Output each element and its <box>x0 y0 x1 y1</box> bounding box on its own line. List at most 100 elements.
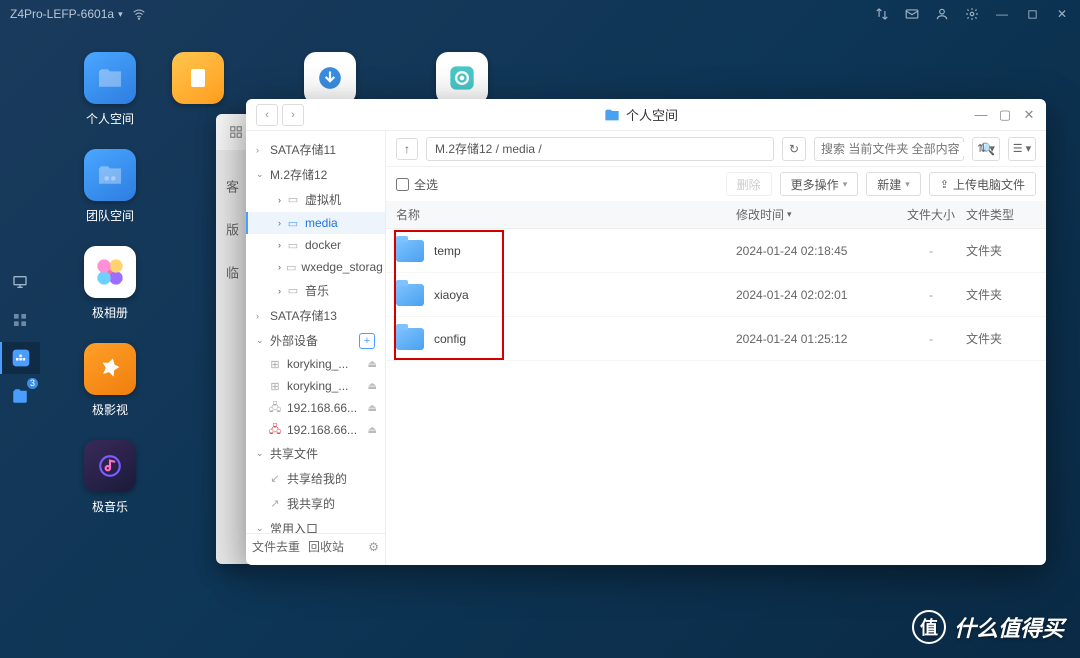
sidebar-item-media[interactable]: ›▭media <box>246 212 385 234</box>
path-input[interactable]: M.2存储12 / media / <box>426 137 774 161</box>
sidebar-item-external[interactable]: ⊞koryking_...⏏ <box>246 353 385 375</box>
up-button[interactable]: ↑ <box>396 138 418 160</box>
action-bar: 全选 删除 更多操作▾ 新建▾ ⇪上传电脑文件 <box>386 167 1046 201</box>
desktop-album[interactable]: 极相册 <box>68 246 152 321</box>
dock-docker-icon[interactable] <box>0 342 40 374</box>
device-icon: ⊞ <box>268 379 282 393</box>
app-row <box>172 52 488 104</box>
desktop-label: 极相册 <box>92 304 128 321</box>
file-time: 2024-01-24 01:25:12 <box>736 332 896 346</box>
folder-icon <box>396 328 424 350</box>
col-size[interactable]: 文件大小 <box>896 206 966 223</box>
select-all-input[interactable] <box>396 178 409 191</box>
file-time: 2024-01-24 02:02:01 <box>736 288 896 302</box>
sidebar-group-sata11[interactable]: ›SATA存储11 <box>246 137 385 162</box>
search-input[interactable] <box>821 142 976 156</box>
folder-icon: ▭ <box>286 284 300 298</box>
gear-icon[interactable] <box>964 6 980 22</box>
user-icon[interactable] <box>934 6 950 22</box>
minimize-icon[interactable]: — <box>994 6 1010 22</box>
window-minimize[interactable]: — <box>974 107 988 123</box>
desktop-icons: 个人空间 团队空间 极相册 极影视 极音乐 <box>68 52 152 515</box>
folder-icon <box>84 149 136 201</box>
view-toggle[interactable]: ☰ ▾ <box>1008 137 1036 161</box>
window-maximize[interactable]: ▢ <box>998 107 1012 123</box>
sidebar: ›SATA存储11 ⌄M.2存储12 ›▭虚拟机 ›▭media ›▭docke… <box>246 131 386 565</box>
music-icon <box>84 440 136 492</box>
bg-label: 客 <box>222 180 241 193</box>
gear-icon[interactable]: ⚙ <box>368 540 379 554</box>
sidebar-item-external[interactable]: 🖧192.168.66...⏏ <box>246 419 385 441</box>
sidebar-item-external[interactable]: ⊞koryking_...⏏ <box>246 375 385 397</box>
window-close[interactable]: ✕ <box>1022 107 1036 123</box>
titlebar: ‹ › 个人空间 — ▢ ✕ <box>246 99 1046 131</box>
network-icon: 🖧 <box>268 401 282 415</box>
file-time: 2024-01-24 02:18:45 <box>736 244 896 258</box>
table-row[interactable]: temp 2024-01-24 02:18:45 - 文件夹 <box>386 229 1046 273</box>
device-dropdown[interactable]: Z4Pro-LEFP-6601a ▾ <box>10 7 123 21</box>
sidebar-item-external[interactable]: 🖧192.168.66...⏏ <box>246 397 385 419</box>
watermark-badge: 值 <box>912 610 946 644</box>
sort-toggle[interactable]: ⇅ ▾ <box>972 137 1000 161</box>
sidebar-group-share[interactable]: ⌄共享文件 <box>246 441 385 466</box>
refresh-button[interactable]: ↻ <box>782 137 806 161</box>
sidebar-item-vm[interactable]: ›▭虚拟机 <box>246 187 385 212</box>
sidebar-item-docker[interactable]: ›▭docker <box>246 234 385 256</box>
dock-grid-icon[interactable] <box>0 304 40 336</box>
eject-icon[interactable]: ⏏ <box>368 425 377 436</box>
desktop-video[interactable]: 极影视 <box>68 343 152 418</box>
file-type: 文件夹 <box>966 330 1036 347</box>
dock-monitor-icon[interactable] <box>0 266 40 298</box>
desktop-music[interactable]: 极音乐 <box>68 440 152 515</box>
eject-icon[interactable]: ⏏ <box>368 403 377 414</box>
file-name: temp <box>434 244 461 258</box>
desktop-label: 极影视 <box>92 401 128 418</box>
chevron-down-icon: ⌄ <box>256 448 266 459</box>
device-icon: ⊞ <box>268 357 282 371</box>
dedupe-button[interactable]: 文件去重 <box>252 538 300 555</box>
chevron-down-icon: ⌄ <box>256 335 266 346</box>
recycle-button[interactable]: 回收站 <box>308 538 344 555</box>
chevron-right-icon: › <box>278 286 281 296</box>
app-tile-download[interactable] <box>304 52 356 104</box>
col-type[interactable]: 文件类型 <box>966 206 1036 223</box>
system-topbar: Z4Pro-LEFP-6601a ▾ — ✕ <box>0 0 1080 28</box>
app-tile-sync[interactable] <box>436 52 488 104</box>
eject-icon[interactable]: ⏏ <box>368 381 377 392</box>
folder-icon <box>604 108 620 122</box>
sidebar-item-my-shares[interactable]: ↗我共享的 <box>246 491 385 516</box>
col-time[interactable]: 修改时间▾ <box>736 206 896 223</box>
transfer-icon[interactable] <box>874 6 890 22</box>
upload-button[interactable]: ⇪上传电脑文件 <box>929 172 1036 196</box>
maximize-icon[interactable] <box>1024 6 1040 22</box>
desktop-label: 个人空间 <box>86 110 134 127</box>
select-all-checkbox[interactable]: 全选 <box>396 176 438 193</box>
desktop-team-space[interactable]: 团队空间 <box>68 149 152 224</box>
sidebar-group-quick[interactable]: ⌄常用入口 <box>246 516 385 533</box>
sidebar-item-shared-to-me[interactable]: ↙共享给我的 <box>246 466 385 491</box>
table-row[interactable]: config 2024-01-24 01:25:12 - 文件夹 <box>386 317 1046 361</box>
wifi-icon[interactable] <box>131 6 147 22</box>
sidebar-item-music[interactable]: ›▭音乐 <box>246 278 385 303</box>
nav-back-button[interactable]: ‹ <box>256 104 278 126</box>
table-row[interactable]: xiaoya 2024-01-24 02:02:01 - 文件夹 <box>386 273 1046 317</box>
add-external-button[interactable]: + <box>359 333 375 349</box>
sidebar-group-m2[interactable]: ⌄M.2存储12 <box>246 162 385 187</box>
sidebar-group-external[interactable]: ⌄外部设备+ <box>246 328 385 353</box>
app-tile-1[interactable] <box>172 52 224 104</box>
desktop-personal-space[interactable]: 个人空间 <box>68 52 152 127</box>
more-actions-button[interactable]: 更多操作▾ <box>780 172 859 196</box>
search-box[interactable]: 🔍 <box>814 137 964 161</box>
mail-icon[interactable] <box>904 6 920 22</box>
eject-icon[interactable]: ⏏ <box>368 359 377 370</box>
folder-icon <box>84 52 136 104</box>
sidebar-group-sata13[interactable]: ›SATA存储13 <box>246 303 385 328</box>
close-icon[interactable]: ✕ <box>1054 6 1070 22</box>
col-name[interactable]: 名称 <box>396 206 736 223</box>
sidebar-item-wxedge[interactable]: ›▭wxedge_storag <box>246 256 385 278</box>
nav-forward-button[interactable]: › <box>282 104 304 126</box>
dock-files-icon[interactable] <box>0 380 40 412</box>
file-type: 文件夹 <box>966 242 1036 259</box>
folder-icon <box>396 284 424 306</box>
new-button[interactable]: 新建▾ <box>866 172 921 196</box>
